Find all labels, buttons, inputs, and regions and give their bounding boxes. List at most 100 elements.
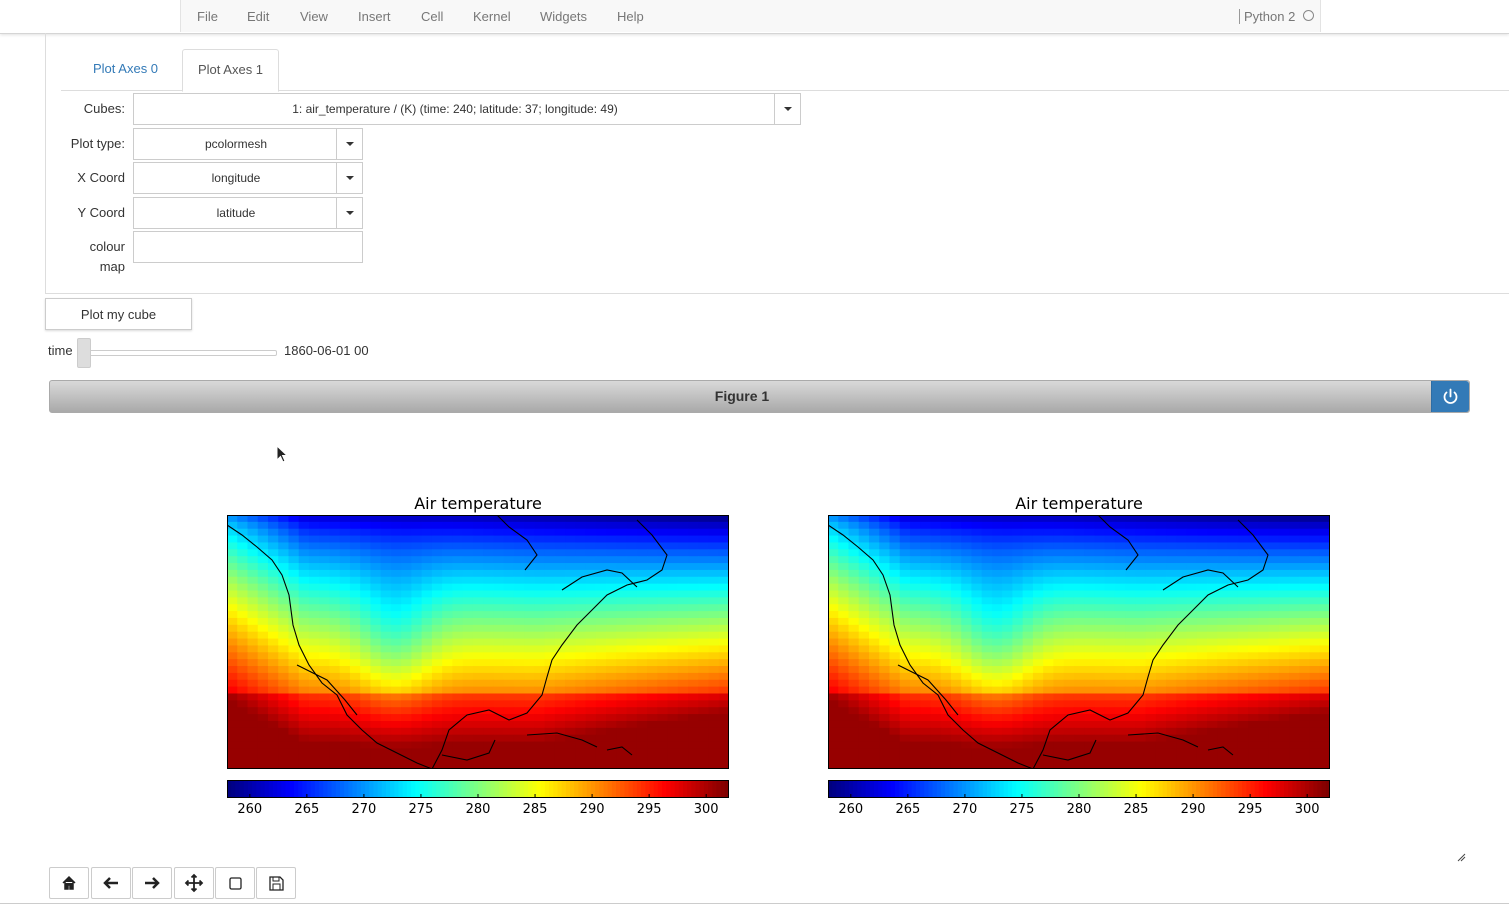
menu-help[interactable]: Help (617, 9, 644, 24)
colorbar-segment (695, 780, 701, 798)
colorbar-segment (682, 780, 688, 798)
colorbar-segment (1037, 780, 1042, 798)
menu-cell[interactable]: Cell (421, 9, 443, 24)
colorbar-segment (607, 780, 613, 798)
colorbar-segment (310, 780, 316, 798)
close-figure-button[interactable] (1431, 381, 1469, 412)
colorbar-segment (373, 780, 379, 798)
colorbar-segment (498, 780, 504, 798)
menu-widgets[interactable]: Widgets (540, 9, 587, 24)
colorbar-segment (536, 780, 542, 798)
chart-1-colorbar: 260 265 270 275 280 285 290 295 300 (227, 780, 730, 817)
colorbar-segment (423, 780, 429, 798)
colorbar-segment (448, 780, 454, 798)
colorbar-segment (920, 780, 925, 798)
colorbar-segment (970, 780, 976, 798)
forward-button[interactable] (132, 867, 172, 899)
colorbar-segment (243, 780, 249, 798)
zoom-button[interactable] (215, 867, 255, 899)
back-button[interactable] (91, 867, 131, 899)
colorbar-segment (1070, 780, 1076, 798)
home-button[interactable] (49, 867, 89, 899)
resize-grip-icon[interactable] (1456, 852, 1466, 862)
time-slider-track[interactable] (80, 350, 277, 356)
colorbar-segment (1242, 780, 1247, 798)
colorbar-segment (924, 780, 929, 798)
menu-kernel[interactable]: Kernel (473, 9, 511, 24)
colorbar-segment (478, 780, 483, 798)
menu-view[interactable]: View (300, 9, 328, 24)
colorbar-segment (1171, 780, 1176, 798)
colorbar-segment (986, 780, 992, 798)
colorbar-tick-label: 260 (237, 802, 262, 817)
colorbar-segment (394, 780, 400, 798)
pan-button[interactable] (174, 867, 214, 899)
time-slider-handle[interactable] (77, 338, 91, 368)
power-icon (1443, 388, 1458, 404)
colorbar-segment (528, 780, 533, 798)
colorbar-segment (1217, 780, 1222, 798)
colorbar-segment (494, 780, 500, 798)
colorbar-segment (356, 780, 362, 798)
colorbar-segment (999, 780, 1005, 798)
colorbar-segment (945, 780, 950, 798)
cubes-dropdown-toggle[interactable] (774, 94, 800, 124)
colorbar-segment (628, 780, 634, 798)
colorbar-segment (385, 780, 391, 798)
menu-edit[interactable]: Edit (247, 9, 269, 24)
x-coord-value: longitude (211, 171, 261, 185)
x-coord-dropdown-toggle[interactable] (336, 163, 362, 193)
colorbar-segment (974, 780, 980, 798)
colorbar-segment (519, 780, 525, 798)
plot-my-cube-button[interactable]: Plot my cube (45, 298, 192, 330)
colorbar-segment (586, 780, 592, 798)
colorbar-segment (461, 780, 467, 798)
colour-map-input[interactable] (133, 231, 363, 263)
colorbar-segment (256, 780, 262, 798)
colorbar-segment (264, 780, 270, 798)
y-coord-dropdown[interactable]: latitude (133, 197, 363, 229)
colorbar-segment (1183, 780, 1189, 798)
plot-type-dropdown-toggle[interactable] (336, 129, 362, 159)
colorbar-segment (1283, 780, 1289, 798)
colorbar-segment (649, 780, 655, 798)
colorbar-segment (1221, 780, 1227, 798)
x-coord-label: X Coord (77, 170, 125, 185)
colorbar-tick-label: 265 (895, 802, 920, 817)
tab-plot-axes-0[interactable]: Plot Axes 0 (78, 49, 173, 89)
colorbar-segment (235, 780, 241, 798)
colorbar-segment (1007, 780, 1013, 798)
menu-file[interactable]: File (197, 9, 218, 24)
chevron-down-icon (346, 142, 354, 146)
colorbar-segment (1288, 780, 1293, 798)
colorbar-segment (653, 780, 659, 798)
colorbar-segment (1187, 780, 1193, 798)
colorbar-segment (482, 780, 487, 798)
chevron-down-icon (784, 107, 792, 111)
save-button[interactable] (256, 867, 296, 899)
colorbar-segment (894, 780, 900, 798)
colorbar-segment (1120, 780, 1126, 798)
colorbar-segment (716, 780, 722, 798)
colorbar-segment (1300, 780, 1306, 798)
y-coord-dropdown-toggle[interactable] (336, 198, 362, 228)
figure-header: Figure 1 (49, 380, 1470, 413)
colorbar-segment (853, 780, 858, 798)
colorbar-segment (691, 780, 697, 798)
colorbar-segment (1099, 780, 1105, 798)
colorbar-segment (327, 780, 333, 798)
cubes-dropdown[interactable]: 1: air_temperature / (K) (time: 240; lat… (133, 93, 801, 125)
colorbar-tick-label: 270 (351, 802, 376, 817)
colorbar-segment (549, 780, 554, 798)
x-coord-dropdown[interactable]: longitude (133, 162, 363, 194)
menu-insert[interactable]: Insert (358, 9, 391, 24)
colorbar-segment (928, 780, 934, 798)
colorbar-segment (1108, 780, 1114, 798)
colorbar-segment (1279, 780, 1285, 798)
colorbar-segment (570, 780, 575, 798)
colorbar-segment (1020, 780, 1026, 798)
tab-plot-axes-1[interactable]: Plot Axes 1 (182, 49, 280, 92)
colorbar-segment (344, 780, 349, 798)
plot-type-dropdown[interactable]: pcolormesh (133, 128, 363, 160)
colorbar-segment (440, 780, 446, 798)
